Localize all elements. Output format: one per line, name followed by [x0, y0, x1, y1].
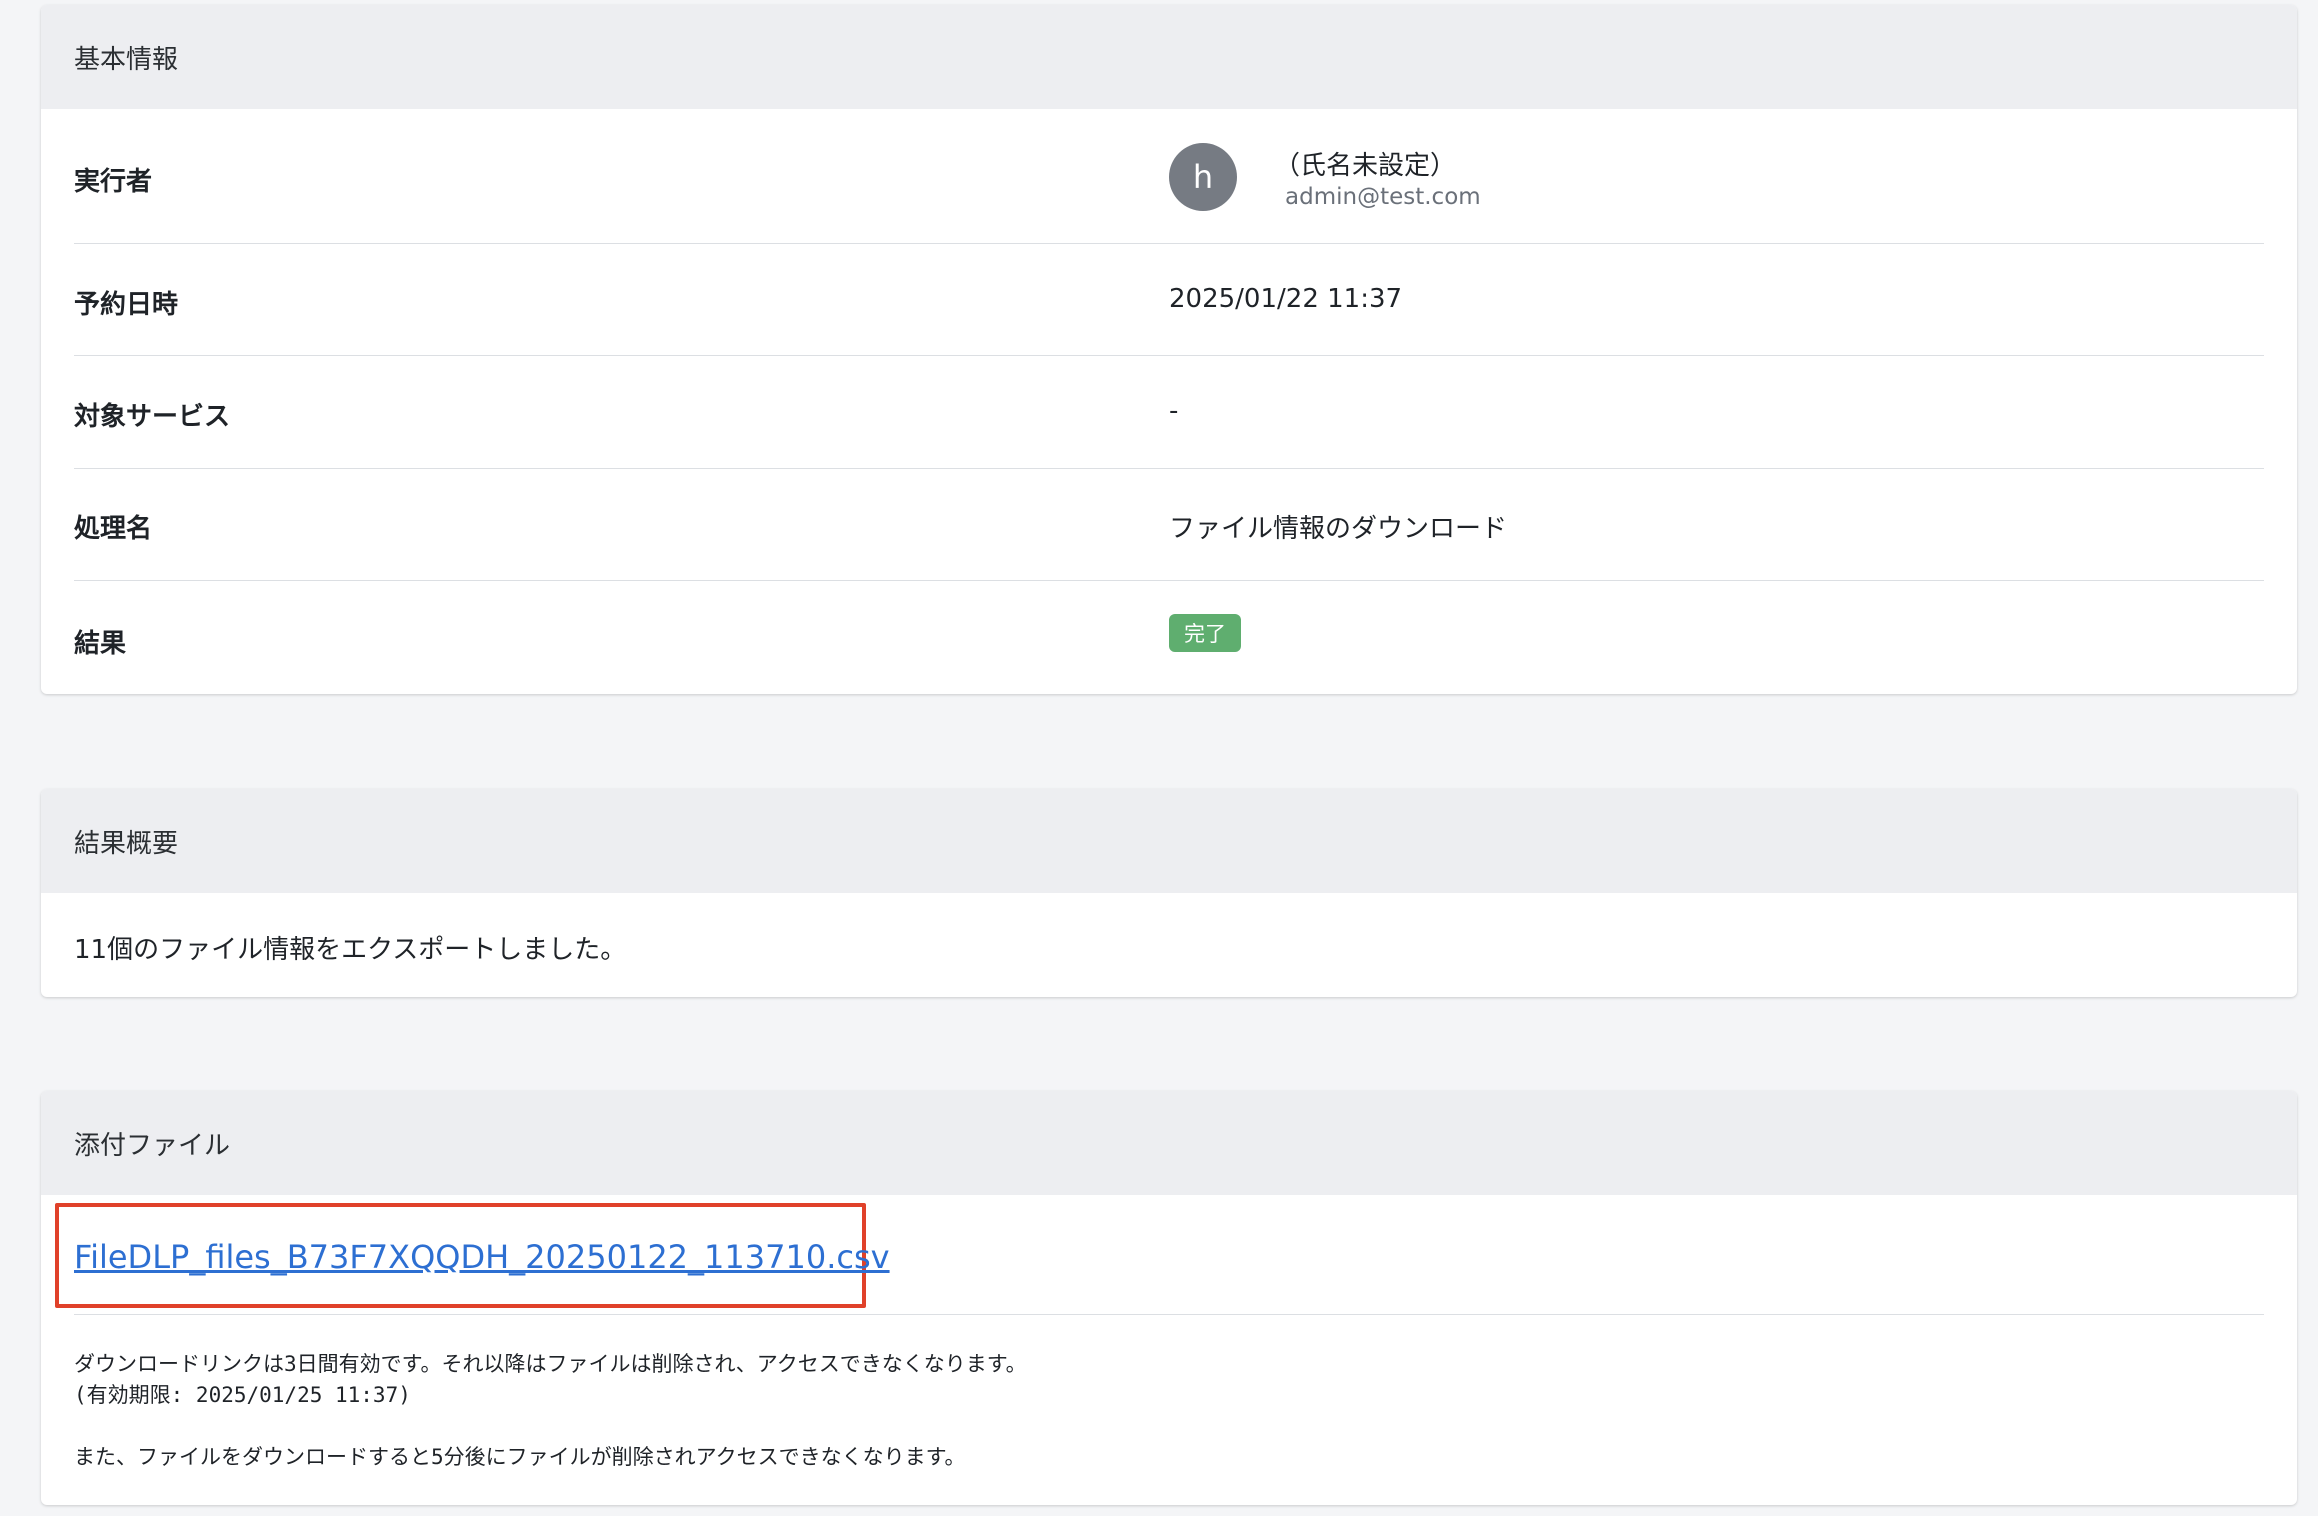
executor-name: （氏名未設定）	[1274, 151, 1457, 181]
result-row: 結果 完了	[74, 581, 2264, 694]
note-line-3: また、ファイルをダウンロードすると5分後にファイルが削除されアクセスできなくなり…	[74, 1445, 966, 1469]
summary-card: 結果概要 11個のファイル情報をエクスポートしました。	[41, 789, 2297, 997]
note-line-1: ダウンロードリンクは3日間有効です。それ以降はファイルは削除され、アクセスできな…	[74, 1352, 1027, 1376]
attachments-body: FileDLP_files_B73F7XQQDH_20250122_113710…	[41, 1195, 2297, 1503]
executor-label: 実行者	[74, 167, 153, 197]
file-download-link[interactable]: FileDLP_files_B73F7XQQDH_20250122_113710…	[74, 1238, 890, 1276]
service-value: -	[1169, 396, 1179, 426]
summary-header: 結果概要	[41, 789, 2297, 893]
note-spacer	[74, 1411, 2264, 1442]
process-label: 処理名	[74, 514, 153, 544]
note-line-2: (有効期限: 2025/01/25 11:37)	[74, 1383, 411, 1407]
scheduled-label: 予約日時	[74, 290, 179, 320]
summary-text: 11個のファイル情報をエクスポートしました。	[74, 935, 627, 965]
attachment-row: FileDLP_files_B73F7XQQDH_20250122_113710…	[55, 1195, 2264, 1315]
process-row: 処理名 ファイル情報のダウンロード	[74, 469, 2264, 581]
download-note: ダウンロードリンクは3日間有効です。それ以降はファイルは削除され、アクセスできな…	[74, 1315, 2264, 1503]
basic-info-body: 実行者 h （氏名未設定） admin@test.com 予約日時 2025/0…	[41, 109, 2297, 694]
scheduled-row: 予約日時 2025/01/22 11:37	[74, 244, 2264, 356]
service-label: 対象サービス	[74, 402, 231, 432]
service-row: 対象サービス -	[74, 356, 2264, 469]
attachments-header: 添付ファイル	[41, 1091, 2297, 1195]
process-value: ファイル情報のダウンロード	[1169, 514, 1508, 544]
executor-email: admin@test.com	[1285, 184, 1481, 210]
attachments-card: 添付ファイル FileDLP_files_B73F7XQQDH_20250122…	[41, 1091, 2297, 1505]
avatar: h	[1169, 143, 1237, 211]
scheduled-value: 2025/01/22 11:37	[1169, 284, 1403, 314]
status-badge: 完了	[1169, 614, 1241, 652]
executor-row: 実行者 h （氏名未設定） admin@test.com	[74, 109, 2264, 244]
result-label: 結果	[74, 629, 127, 659]
summary-body: 11個のファイル情報をエクスポートしました。	[41, 893, 2297, 997]
basic-info-card: 基本情報 実行者 h （氏名未設定） admin@test.com 予約日時 2…	[41, 5, 2297, 694]
basic-info-header: 基本情報	[41, 5, 2297, 109]
